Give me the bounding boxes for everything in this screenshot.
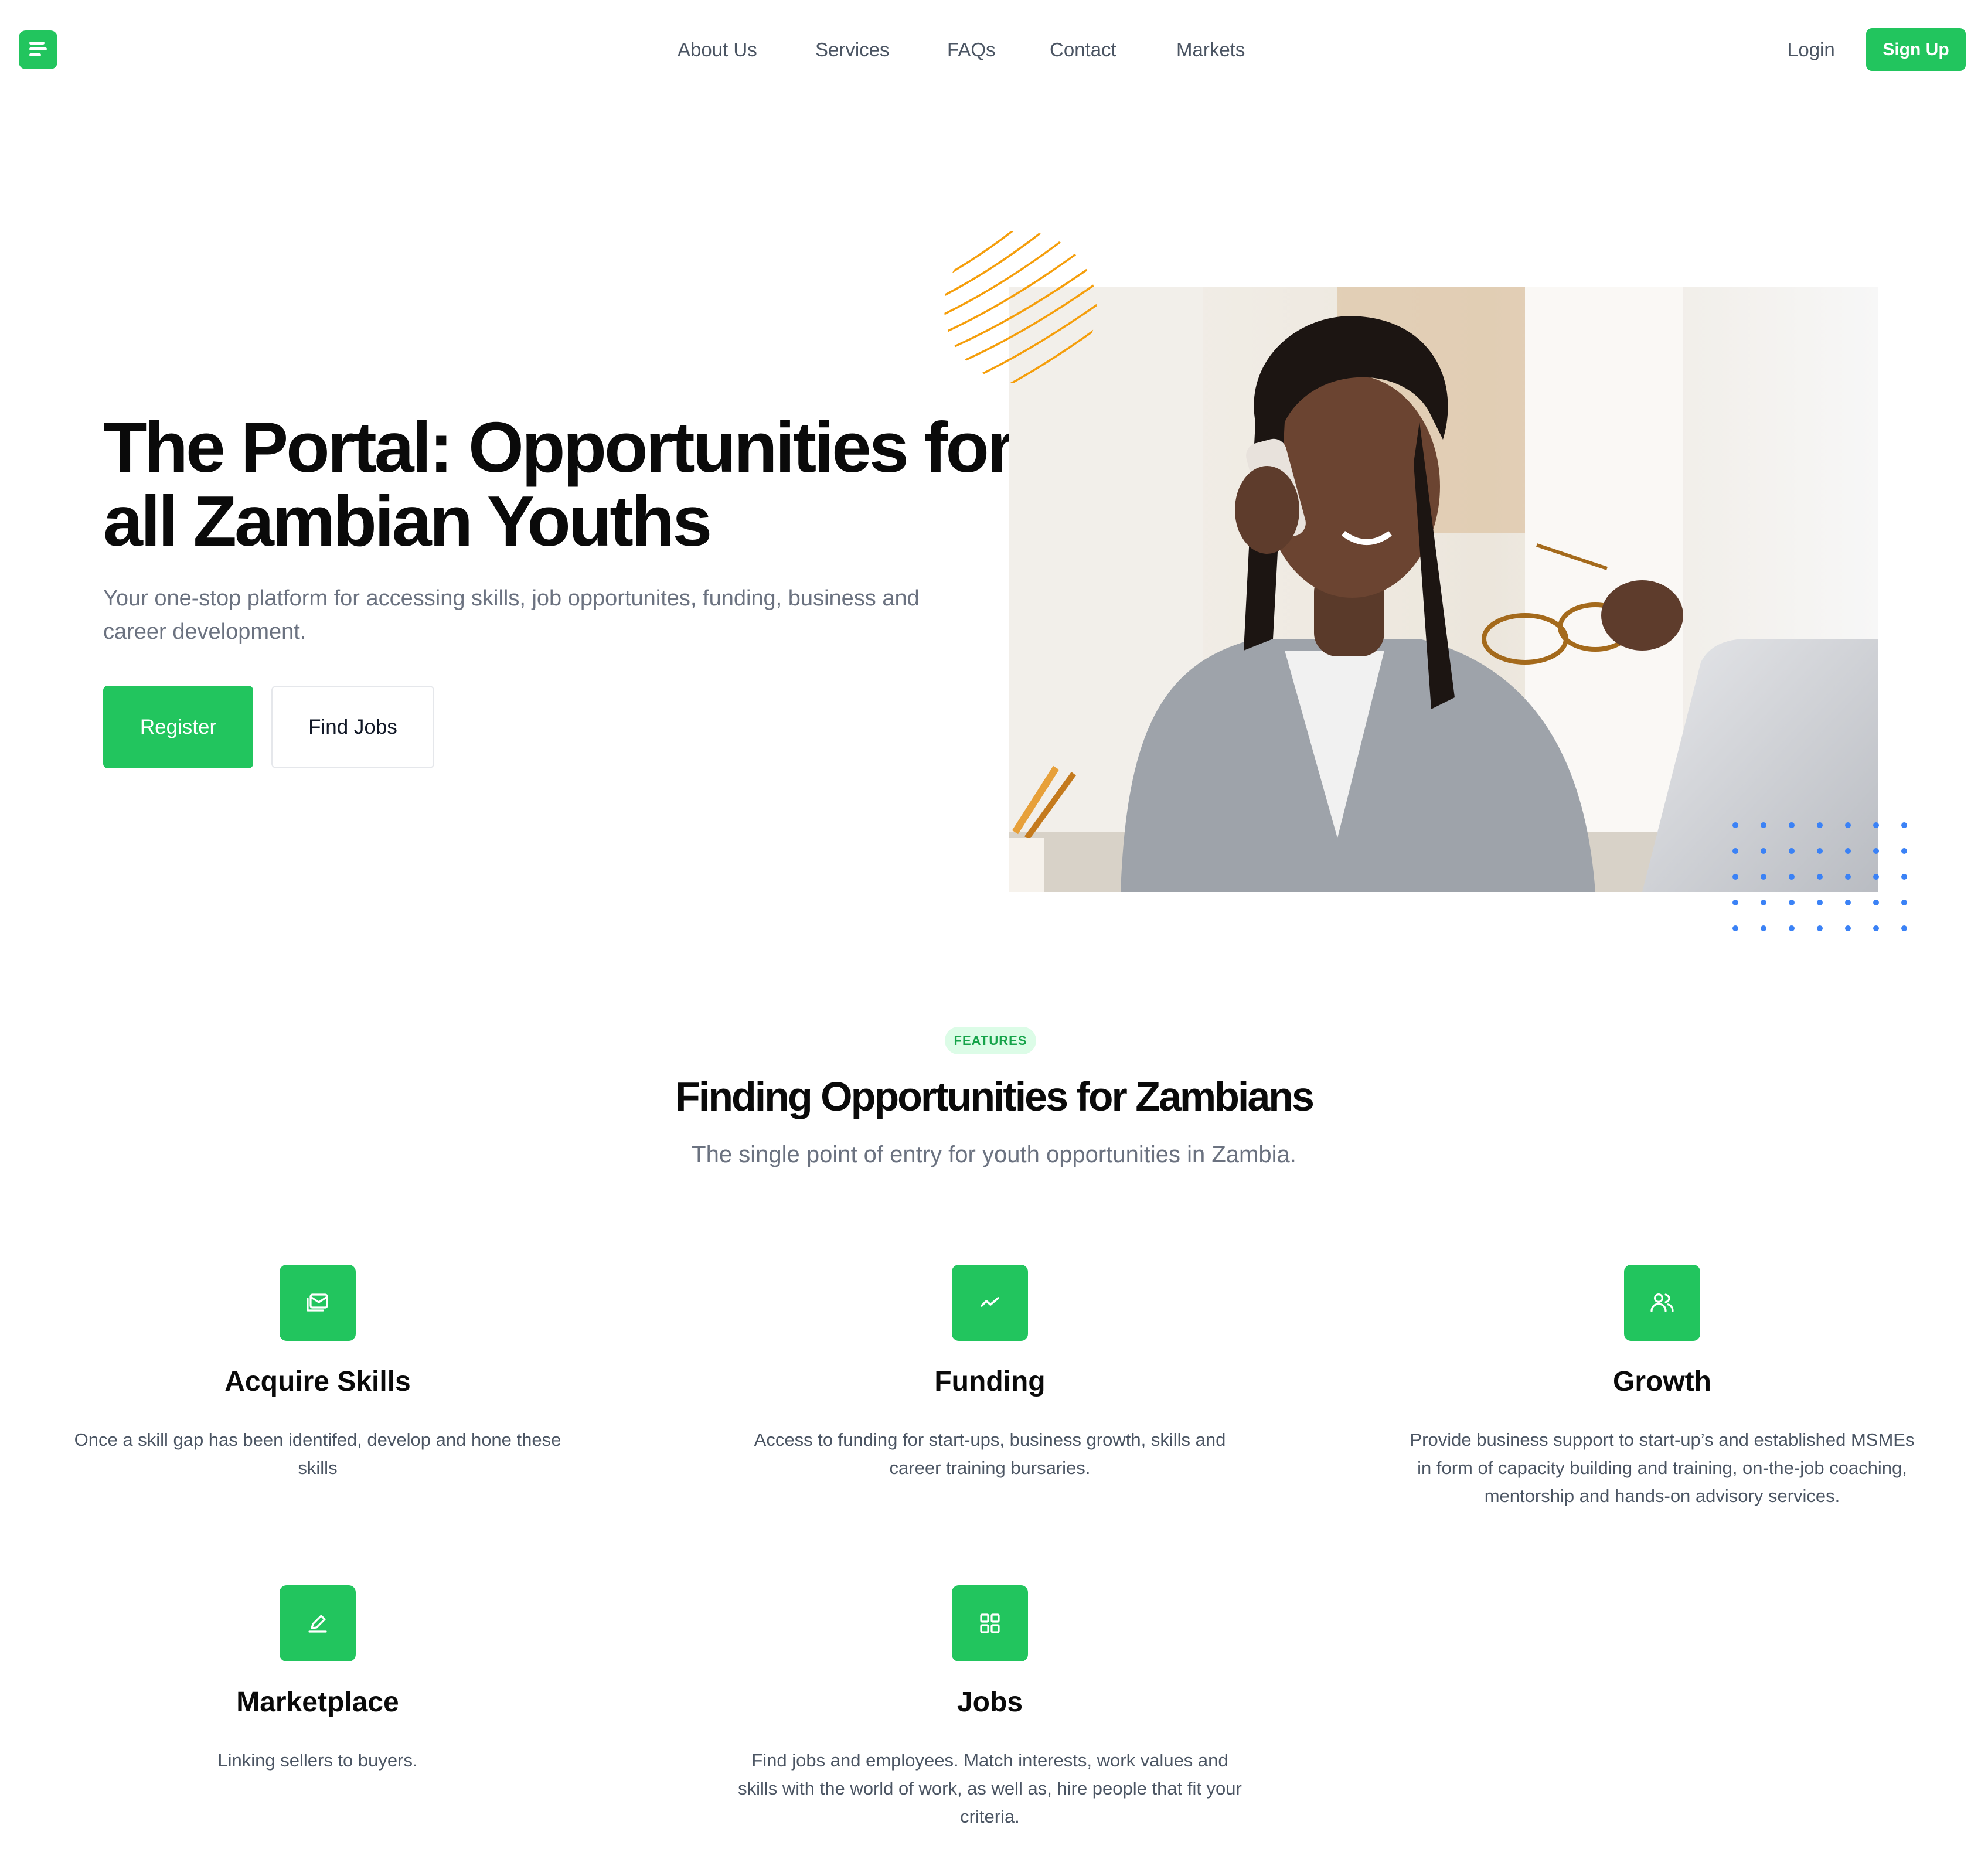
feature-title: Growth — [1613, 1366, 1711, 1397]
features-subtitle: The single point of entry for youth oppo… — [692, 1142, 1296, 1167]
hero-subtitle: Your one-stop platform for accessing ski… — [103, 586, 920, 644]
features-title: Finding Opportunities for Zambians — [675, 1074, 1315, 1119]
skills-icon — [280, 1265, 356, 1341]
register-button[interactable]: Register — [103, 686, 253, 768]
hero-title: The Portal: Opportunities for all Zambia… — [103, 407, 1015, 561]
feature-title: Jobs — [956, 1687, 1023, 1718]
feature-title: Funding — [934, 1366, 1046, 1397]
decorative-dots — [1732, 822, 1907, 931]
feature-description: Access to funding for start-ups, busines… — [754, 1429, 1226, 1478]
pencil-icon — [280, 1585, 356, 1661]
feature-title: Acquire Skills — [224, 1366, 411, 1397]
feature-description: Once a skill gap has been identifed, dev… — [74, 1429, 561, 1478]
nav-link-markets[interactable]: Markets — [1176, 35, 1245, 64]
decorative-lines-circle — [944, 231, 1097, 383]
top-navbar: About Us Services FAQs Contact Markets L… — [0, 0, 1988, 100]
login-link[interactable]: Login — [1788, 35, 1835, 64]
find-jobs-button[interactable]: Find Jobs — [271, 686, 434, 768]
nav-links: About Us Services FAQs Contact Markets — [0, 35, 1988, 64]
grid-icon — [952, 1585, 1028, 1661]
feature-description: Linking sellers to buyers. — [217, 1750, 418, 1771]
feature-description: Find jobs and employees. Match interests… — [738, 1750, 1242, 1827]
feature-description: Provide business support to start-up’s a… — [1410, 1429, 1915, 1506]
nav-link-services[interactable]: Services — [815, 35, 890, 64]
hero-photo — [1009, 287, 1878, 892]
nav-link-faqs[interactable]: FAQs — [947, 35, 996, 64]
nav-link-contact[interactable]: Contact — [1050, 35, 1116, 64]
feature-title: Marketplace — [236, 1687, 399, 1718]
trend-icon — [952, 1265, 1028, 1341]
features-badge: FEATURES — [945, 1027, 1036, 1054]
users-icon — [1624, 1265, 1700, 1341]
nav-link-about-us[interactable]: About Us — [678, 35, 757, 64]
signup-button[interactable]: Sign Up — [1866, 28, 1966, 71]
